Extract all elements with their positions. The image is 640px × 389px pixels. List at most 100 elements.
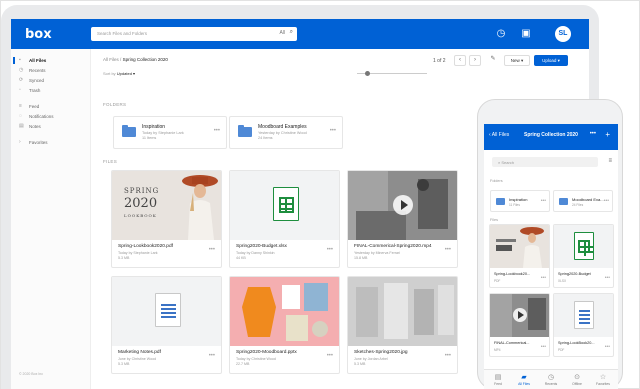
folder-meta: 24 Files: [572, 203, 584, 207]
next-page-button[interactable]: ›: [469, 55, 481, 66]
more-options-icon[interactable]: •••: [327, 247, 333, 253]
more-options-icon[interactable]: •••: [605, 344, 610, 350]
search-input[interactable]: Search Files and Folders All ⌕: [91, 27, 297, 41]
sidebar-item-feed[interactable]: ≡ Feed: [11, 102, 90, 111]
more-options-icon[interactable]: •••: [541, 275, 546, 281]
file-card-sketches[interactable]: Sketches-Spring2020.jpg June by Jordan A…: [347, 276, 458, 374]
sync-icon: ⟳: [19, 77, 24, 83]
mobile-folder-item[interactable]: Moodboard Exa... 24 Files •••: [553, 190, 613, 212]
more-options-icon[interactable]: •••: [214, 128, 220, 134]
folder-meta: Yesterday by Christine Wood 24 Items: [258, 131, 307, 141]
folder-icon: ▪: [19, 57, 21, 63]
file-card-moodboard[interactable]: Spring2020-Moodboard.pptx Today by Chris…: [229, 276, 340, 374]
file-card-lookbook[interactable]: SPRING 2020 LOOKBOOK Spring-Lookbook2020…: [111, 170, 222, 268]
file-meta: June by Christine Wood 5.3 MB: [118, 357, 156, 367]
slider-handle[interactable]: [365, 71, 370, 76]
edit-icon[interactable]: ✎: [487, 55, 499, 66]
document-thumbnail: [554, 294, 613, 337]
sidebar-item-notes[interactable]: ▤ Notes: [11, 122, 90, 131]
play-icon[interactable]: [393, 195, 413, 215]
clock-icon[interactable]: ◷: [495, 28, 507, 40]
add-icon[interactable]: +: [605, 130, 610, 139]
tab-feed[interactable]: ▤ Feed: [485, 373, 511, 386]
more-options-icon[interactable]: •••: [604, 198, 609, 204]
box-logo[interactable]: box: [25, 27, 52, 42]
star-icon: ›: [19, 139, 21, 145]
more-options-icon[interactable]: •••: [541, 344, 546, 350]
video-thumbnail: [348, 171, 457, 240]
feed-icon: ▤: [494, 374, 502, 381]
mobile-app-screen: ‹ All Files Spring Collection 2020 ••• +…: [484, 124, 618, 389]
more-options-icon[interactable]: •••: [541, 198, 546, 204]
offline-icon: ⊙: [574, 374, 580, 381]
more-options-icon[interactable]: •••: [605, 275, 610, 281]
sidebar-item-notifications[interactable]: ◌ Notifications: [11, 112, 90, 121]
sidebar: ▪ All Files ◷ Recents ⟳ Synced ▫ Trash ≡ Feed…: [11, 49, 91, 389]
file-name: Spring2020-Budget: [558, 272, 591, 276]
sort-label: Sort by: [103, 71, 116, 76]
sidebar-item-favorites[interactable]: › Favorites: [11, 138, 90, 147]
tab-offline[interactable]: ⊙ Offline: [564, 373, 590, 386]
file-owner: June by Jordan Arbel: [354, 357, 388, 361]
sidebar-item-trash[interactable]: ▫ Trash: [11, 86, 90, 95]
mobile-search-input[interactable]: ⌕ Search: [492, 157, 598, 167]
new-button[interactable]: New ▾: [504, 55, 530, 66]
sidebar-item-synced[interactable]: ⟳ Synced: [11, 76, 90, 85]
sidebar-item-all-files[interactable]: ▪ All Files: [11, 56, 90, 65]
file-meta: Today by Stephanie Lark 5.3 MB: [118, 251, 158, 261]
mobile-file-card[interactable]: FINAL-Commerical... MP4 •••: [489, 293, 550, 357]
search-filter-dropdown[interactable]: All: [279, 30, 285, 36]
mobile-files-header: Files: [490, 218, 499, 222]
files-header: FILES: [103, 159, 118, 164]
folder-item-inspiration[interactable]: Inspiration Today by Stephanie Lark 11 It…: [113, 116, 227, 149]
tab-all-files[interactable]: ▰ All Files: [511, 373, 537, 386]
more-options-icon[interactable]: •••: [327, 353, 333, 359]
folder-item-moodboard-examples[interactable]: Moodboard Examples Yesterday by Christin…: [229, 116, 343, 149]
lookbook-thumbnail: SPRING 2020 LOOKBOOK: [112, 171, 221, 240]
file-owner: Yesterday by Minerva Ferrari: [354, 251, 401, 255]
moodboard-thumbnail: [230, 277, 339, 346]
more-options-icon[interactable]: •••: [590, 131, 596, 137]
prev-page-button[interactable]: ‹: [454, 55, 466, 66]
tab-recents[interactable]: ◷ Recents: [538, 373, 564, 386]
tab-favorites[interactable]: ☆ Favorites: [590, 373, 616, 386]
folder-icon: [238, 125, 252, 137]
file-owner: June by Christine Wood: [118, 357, 157, 361]
notes-icon: ▤: [19, 123, 24, 129]
spreadsheet-icon: [574, 232, 594, 260]
mobile-file-card[interactable]: Spring-Lookbook20... PDF •••: [489, 224, 550, 288]
lookbook-cover-text: SPRING: [124, 187, 160, 195]
folder-count: 11 Items: [142, 136, 157, 140]
mobile-folder-item[interactable]: Inspiration 11 Files •••: [490, 190, 550, 212]
thumbnail-size-slider[interactable]: [357, 71, 427, 76]
more-options-icon[interactable]: •••: [445, 353, 451, 359]
chevron-down-icon: ▾: [133, 71, 136, 76]
sidebar-item-recents[interactable]: ◷ Recents: [11, 66, 90, 75]
folder-icon: [122, 125, 136, 137]
more-options-icon[interactable]: •••: [445, 247, 451, 253]
more-options-icon[interactable]: •••: [209, 353, 215, 359]
file-owner: Today by Stephanie Lark: [118, 251, 158, 255]
sort-control[interactable]: Sort by Updated ▾: [103, 71, 135, 76]
avatar[interactable]: SL: [555, 26, 571, 42]
file-name: Spring2020-Budget.xlsx: [236, 244, 287, 249]
more-options-icon[interactable]: •••: [330, 128, 336, 134]
breadcrumb-all-files[interactable]: All Files: [103, 57, 119, 62]
mobile-file-card[interactable]: Spring2020-Budget XLSX •••: [553, 224, 614, 288]
file-meta: Yesterday by Minerva Ferrari 15.8 MB: [354, 251, 400, 261]
file-card-marketing-notes[interactable]: Marketing Notes.pdf June by Christine Wo…: [111, 276, 222, 374]
panel-icon[interactable]: ▣: [520, 28, 532, 40]
mobile-file-card[interactable]: Spring-LookBook20... PDF •••: [553, 293, 614, 357]
search-icon[interactable]: ⌕: [290, 29, 293, 36]
sort-value[interactable]: Updated: [117, 71, 132, 76]
upload-button[interactable]: Upload ▾: [534, 55, 568, 66]
file-card-budget[interactable]: Spring2020-Budget.xlsx Today by Danny Sh…: [229, 170, 340, 268]
sidebar-item-label: All Files: [29, 58, 47, 63]
file-card-commercial[interactable]: FINAL-Commerical-Spring2020.mp4 Yesterda…: [347, 170, 458, 268]
sort-icon[interactable]: ≡: [608, 158, 612, 164]
file-name: Spring-LookBook20...: [558, 341, 595, 345]
more-options-icon[interactable]: •••: [209, 247, 215, 253]
sidebar-item-label: Notes: [29, 124, 41, 129]
bell-icon: ◌: [19, 113, 22, 119]
file-meta: Today by Danny Shinkin 44 KB: [236, 251, 275, 261]
